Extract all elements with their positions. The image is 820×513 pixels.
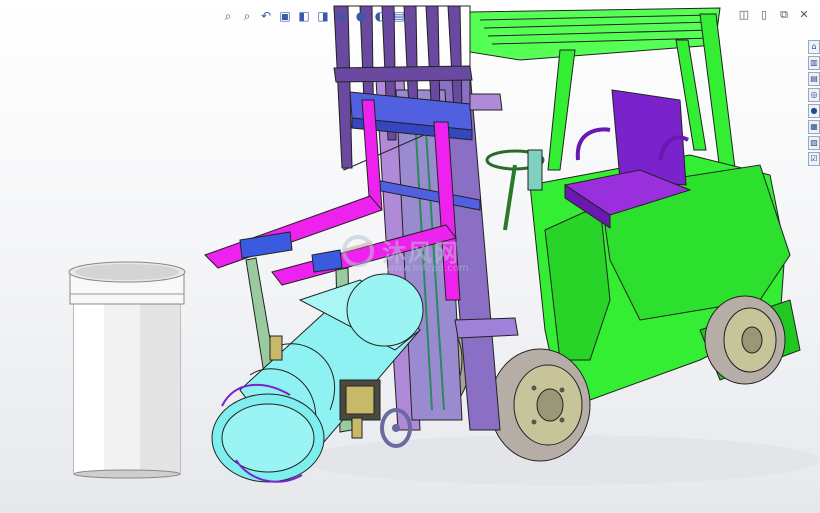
- heads-up-view-toolbar: ⌕ ⌕ ↶ ▣ ◧ ◨ ◉ ● ◐ ▤: [220, 6, 407, 26]
- maximize-icon[interactable]: ⧉: [776, 8, 792, 22]
- previous-view-icon[interactable]: ↶: [258, 8, 274, 24]
- checklist-tab-icon[interactable]: ☑: [808, 152, 820, 166]
- custom-properties-tab-icon[interactable]: ▧: [808, 136, 820, 150]
- task-pane-tabs: ⌂ ▥ ▤ ◎ ● ▦ ▧ ☑: [808, 40, 820, 166]
- apply-scene-icon[interactable]: ◐: [372, 8, 388, 24]
- forklift-drum-model: [68, 5, 820, 485]
- edit-appearance-icon[interactable]: ●: [353, 8, 369, 24]
- model-viewport[interactable]: ⌕ ⌕ ↶ ▣ ◧ ◨ ◉ ● ◐ ▤ ◫ ▯ ⧉ ✕ ⌂ ▥ ▤ ◎ ● ▦ …: [0, 0, 820, 513]
- zoom-to-area-icon[interactable]: ⌕: [239, 8, 255, 24]
- hide-show-items-icon[interactable]: ◉: [334, 8, 350, 24]
- view-palette-tab-icon[interactable]: ▦: [808, 120, 820, 134]
- appearances-tab-icon[interactable]: ●: [808, 104, 820, 118]
- view-orientation-icon[interactable]: ◧: [296, 8, 312, 24]
- display-style-icon[interactable]: ◨: [315, 8, 331, 24]
- rear-wheel: [704, 295, 786, 385]
- zoom-to-fit-icon[interactable]: ⌕: [220, 8, 236, 24]
- 3d-content-tab-icon[interactable]: ▥: [808, 56, 820, 70]
- white-barrel: [68, 261, 186, 479]
- document-window-controls: ◫ ▯ ⧉ ✕: [736, 8, 812, 22]
- home-tab-icon[interactable]: ⌂: [808, 40, 820, 54]
- close-icon[interactable]: ✕: [796, 8, 812, 22]
- minimize-icon[interactable]: ▯: [756, 8, 772, 22]
- view-settings-icon[interactable]: ▤: [391, 8, 407, 24]
- file-explorer-tab-icon[interactable]: ◎: [808, 88, 820, 102]
- section-view-icon[interactable]: ▣: [277, 8, 293, 24]
- design-library-tab-icon[interactable]: ▤: [808, 72, 820, 86]
- restore-icon[interactable]: ◫: [736, 8, 752, 22]
- front-wheel: [489, 348, 591, 462]
